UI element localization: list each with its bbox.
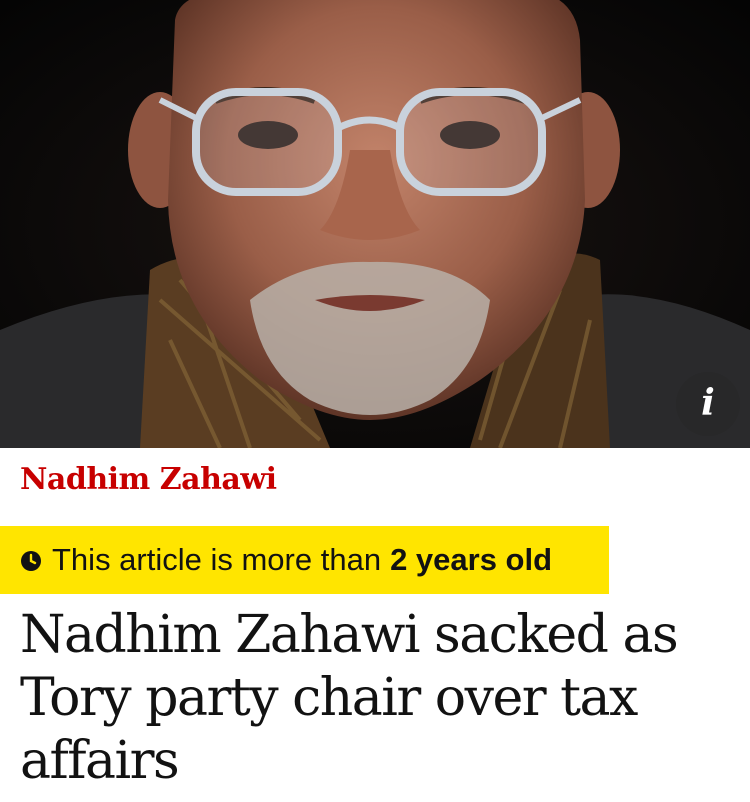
age-banner-text: This article is more than — [52, 542, 382, 577]
article-age-banner: This article is more than 2 years old — [0, 526, 609, 594]
article-headline: Nadhim Zahawi sacked as Tory party chair… — [20, 605, 679, 791]
section-kicker-link[interactable]: Nadhim Zahawi — [20, 462, 277, 497]
portrait-photo — [0, 0, 750, 448]
image-info-button[interactable]: i — [676, 372, 740, 436]
clock-icon — [21, 551, 41, 571]
hero-image: i — [0, 0, 750, 448]
age-banner-emphasis: 2 years old — [390, 542, 553, 577]
info-icon: i — [701, 382, 715, 424]
